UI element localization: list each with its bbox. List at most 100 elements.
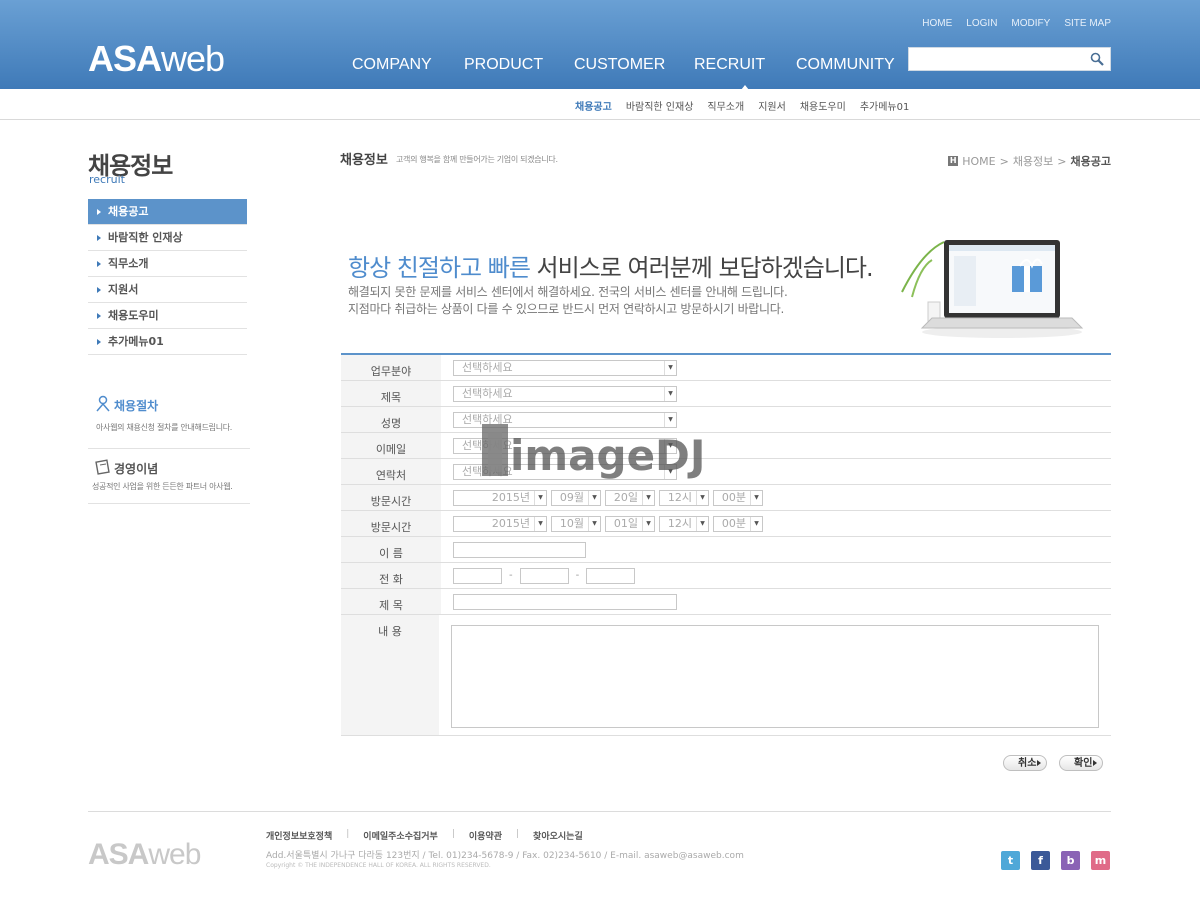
field-label: 이메일 (341, 433, 441, 458)
hero-text: 해결되지 못한 문제를 서비스 센터에서 해결하세요. 전국의 서비스 센터를 … (348, 285, 788, 316)
footer-link-privacy[interactable]: 개인정보보호정책 (266, 829, 332, 842)
subnav-item-apply[interactable]: 지원서 (758, 98, 786, 113)
phone-part1-input[interactable] (453, 567, 502, 584)
sidebar-subtitle: recruit (89, 173, 125, 186)
field-label: 제 목 (341, 589, 441, 614)
phone-part2-input[interactable] (519, 567, 569, 584)
process-desc: 아사웹의 채용신청 절차를 안내해드립니다. (96, 423, 233, 432)
sidebar-item-notice[interactable]: 채용공고 (88, 199, 247, 225)
main-nav: COMPANY PRODUCT CUSTOMER RECRUIT COMMUNI… (352, 56, 895, 90)
nav-customer[interactable]: CUSTOMER (574, 56, 694, 74)
hero-headline: 항상 친절하고 빠른 서비스로 여러분께 보답하겠습니다. (348, 254, 874, 282)
subnav-item-help[interactable]: 채용도우미 (800, 98, 846, 113)
sidebar-item-apply[interactable]: 지원서 (88, 277, 247, 303)
visit1-minute-select[interactable]: 00분 ▼ (713, 489, 763, 506)
nav-company[interactable]: COMPANY (352, 56, 464, 74)
category-select[interactable]: 선택하세요 ▼ (453, 359, 677, 376)
sidebar-item-help[interactable]: 채용도우미 (88, 303, 247, 329)
content-textarea[interactable] (451, 625, 1099, 728)
visit2-hour-select[interactable]: 12시 ▼ (659, 515, 709, 532)
form-row: 방문시간 2015년 ▼ 09월 ▼ 20일 ▼ 12시 ▼ 00분 ▼ (341, 485, 1111, 511)
nav-community[interactable]: COMMUNITY (796, 56, 895, 74)
visit2-month-select[interactable]: 10월 ▼ (551, 515, 601, 532)
philosophy-desc: 성공적인 사업을 위한 든든한 파트너 아사웹. (92, 482, 233, 491)
breadcrumb-current: 채용공고 (1070, 155, 1111, 168)
home-icon: H (948, 156, 959, 166)
field-label: 전 화 (341, 563, 441, 588)
name-input[interactable] (453, 541, 586, 558)
visit1-hour-select[interactable]: 12시 ▼ (659, 489, 709, 506)
laptop-illustration (901, 240, 1084, 338)
breadcrumb-home[interactable]: HOME (962, 155, 995, 168)
phone-part3-input[interactable] (586, 567, 636, 584)
form-row: 이 름 (341, 537, 1111, 563)
svg-text:imageDJ: imageDJ (510, 431, 706, 480)
search-input[interactable] (909, 48, 1087, 70)
search-icon[interactable] (1090, 52, 1104, 66)
cancel-button[interactable]: 취소 (1003, 755, 1048, 771)
footer-link-directions[interactable]: 찾아오시는길 (533, 829, 583, 842)
process-title: 채용절차 (114, 399, 159, 413)
sidebar-item-extra[interactable]: 추가메뉴01 (88, 329, 247, 355)
twitter-icon[interactable]: t (1001, 851, 1020, 870)
footer-copyright: Copyright © THE INDEPENDENCE HALL OF KOR… (266, 862, 491, 869)
visit2-day-select[interactable]: 01일 ▼ (605, 515, 655, 532)
chevron-down-icon: ▼ (664, 360, 676, 375)
sub-nav: 채용공고 바람직한 인재상 직무소개 지원서 채용도우미 추가메뉴01 (0, 89, 1200, 120)
util-modify-link[interactable]: MODIFY (1011, 18, 1050, 29)
me2day-icon[interactable]: m (1091, 851, 1110, 870)
watermark: imageDJ (482, 424, 706, 480)
nav-recruit[interactable]: RECRUIT (694, 56, 796, 90)
nav-product[interactable]: PRODUCT (464, 56, 574, 74)
visit2-minute-select[interactable]: 00분 ▼ (713, 515, 763, 532)
footer-link-email[interactable]: 이메일주소수집거부 (363, 829, 438, 842)
sidebar-item-talent[interactable]: 바람직한 인재상 (88, 225, 247, 251)
subnav-item-talent[interactable]: 바람직한 인재상 (626, 98, 694, 113)
chevron-right-icon: > (999, 154, 1009, 168)
chevron-down-icon: ▼ (664, 386, 676, 401)
subnav-item-notice[interactable]: 채용공고 (575, 98, 612, 113)
form-row: 업무분야 선택하세요 ▼ (341, 355, 1111, 381)
logo[interactable]: ASAweb (88, 38, 225, 80)
subject-input[interactable] (453, 593, 677, 610)
util-home-link[interactable]: HOME (922, 18, 952, 29)
footer-link-terms[interactable]: 이용약관 (469, 829, 502, 842)
visit2-year-select[interactable]: 2015년 ▼ (453, 515, 547, 532)
confirm-button[interactable]: 확인 (1059, 755, 1104, 771)
page-desc: 고객의 행복을 함께 만들어가는 기업이 되겠습니다. (396, 155, 558, 164)
footer-links: 개인정보보호정책 | 이메일주소수집거부 | 이용약관 | 찾아오시는길 (266, 829, 583, 842)
chevron-right-icon: > (1057, 154, 1067, 168)
blog-icon[interactable]: b (1061, 851, 1080, 870)
philosophy-title: 경영이념 (114, 462, 159, 476)
form-row: 방문시간 2015년 ▼ 10월 ▼ 01일 ▼ 12시 ▼ 00분 ▼ (341, 511, 1111, 537)
visit1-month-select[interactable]: 09월 ▼ (551, 489, 601, 506)
util-sitemap-link[interactable]: SITE MAP (1064, 18, 1111, 29)
footer-address: Add.서울특별시 가나구 다라동 123번지 / Tel. 01)234-56… (266, 851, 744, 861)
field-label: 방문시간 (341, 485, 441, 510)
field-label: 이 름 (341, 537, 441, 562)
field-label: 내 용 (341, 615, 439, 735)
footer-divider (88, 811, 1111, 812)
sidebar-item-jobs[interactable]: 직무소개 (88, 251, 247, 277)
title-select[interactable]: 선택하세요 ▼ (453, 385, 677, 402)
util-login-link[interactable]: LOGIN (966, 18, 997, 29)
field-label: 성명 (341, 407, 441, 432)
visit1-day-select[interactable]: 20일 ▼ (605, 489, 655, 506)
philosophy-box[interactable]: 경영이념 성공적인 사업을 위한 든든한 파트너 아사웹. (88, 459, 250, 504)
field-label: 제목 (341, 381, 441, 406)
subnav-item-jobs[interactable]: 직무소개 (707, 98, 744, 113)
facebook-icon[interactable]: f (1031, 851, 1050, 870)
breadcrumb: H HOME > 채용정보 > 채용공고 (948, 153, 1111, 169)
form-row: 전 화 - - (341, 563, 1111, 589)
recruit-form: 업무분야 선택하세요▼ 제목 선택하세요▼ 성명 선택하세요▼ 이메일 선택하세… (341, 353, 1111, 736)
header: ASAweb HOME LOGIN MODIFY SITE MAP COMPAN… (0, 0, 1200, 90)
visit1-year-select[interactable]: 2015년 ▼ (453, 489, 547, 506)
breadcrumb-section[interactable]: 채용정보 (1013, 153, 1053, 169)
sns-links: t f b m (1001, 851, 1110, 870)
subnav-item-extra[interactable]: 추가메뉴01 (860, 98, 910, 113)
field-label: 연락처 (341, 459, 441, 484)
util-nav: HOME LOGIN MODIFY SITE MAP (922, 18, 1111, 29)
process-box[interactable]: 채용절차 아사웹의 채용신청 절차를 안내해드립니다. (88, 395, 250, 449)
sidebar-menu: 채용공고 바람직한 인재상 직무소개 지원서 채용도우미 추가메뉴01 (88, 199, 247, 355)
search-box (908, 47, 1111, 71)
